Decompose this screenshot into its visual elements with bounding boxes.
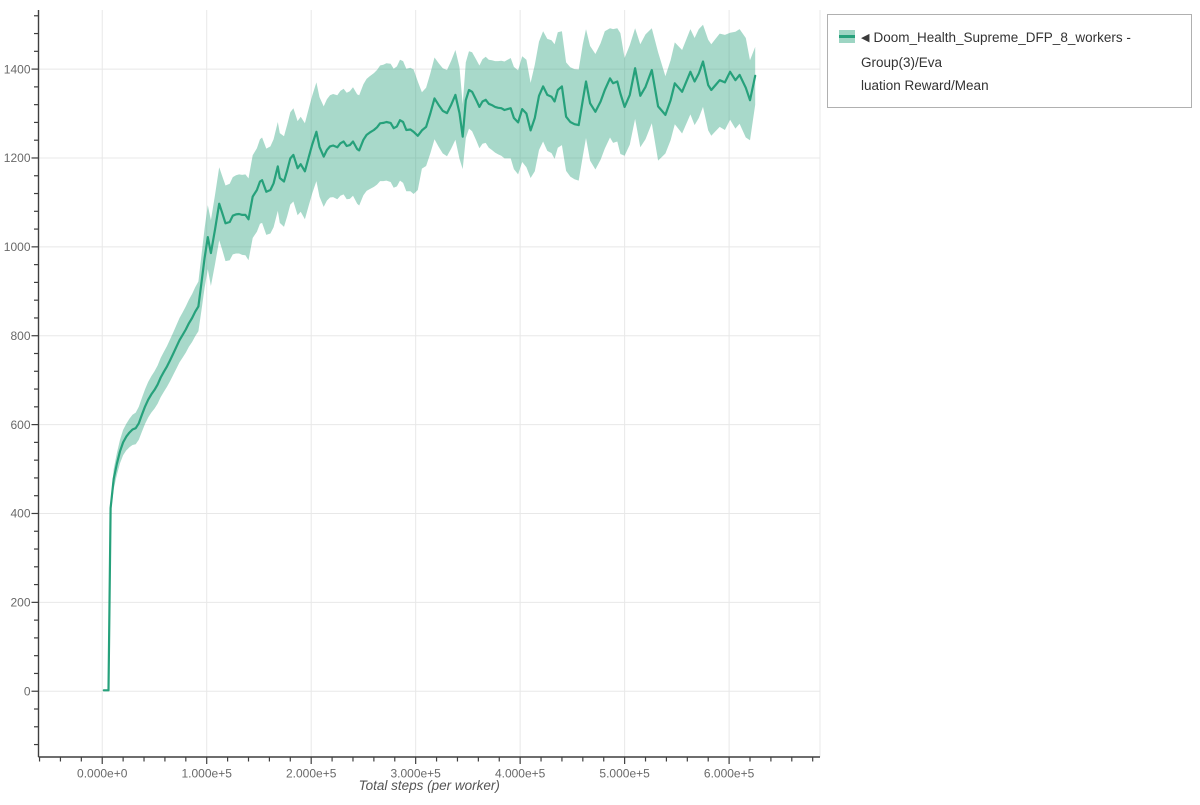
- x-tick-label: 6.000e+5: [704, 767, 755, 781]
- y-tick-label: 600: [10, 418, 30, 432]
- y-tick-label: 1200: [4, 151, 31, 165]
- legend-item-doom-health[interactable]: ◀Doom_Health_Supreme_DFP_8_workers - Gro…: [839, 26, 1181, 97]
- y-tick-label: 200: [10, 596, 30, 610]
- y-tick-label: 1000: [4, 240, 31, 254]
- legend-label: ◀Doom_Health_Supreme_DFP_8_workers - Gro…: [861, 26, 1181, 97]
- legend-label-line2: luation Reward/Mean: [861, 74, 1181, 97]
- y-tick-label: 400: [10, 507, 30, 521]
- confidence-band: [104, 25, 755, 691]
- legend-label-text-1: Doom_Health_Supreme_DFP_8_workers - Grou…: [861, 30, 1131, 70]
- chart-canvas: 0.000e+01.000e+52.000e+53.000e+54.000e+5…: [0, 0, 1200, 805]
- x-tick-label: 1.000e+5: [182, 767, 233, 781]
- y-tick-label: 0: [24, 684, 31, 698]
- x-tick-label: 2.000e+5: [286, 767, 337, 781]
- x-axis-title: Total steps (per worker): [359, 778, 500, 793]
- y-tick-label: 1400: [4, 62, 31, 76]
- legend: ◀Doom_Health_Supreme_DFP_8_workers - Gro…: [827, 14, 1192, 108]
- legend-label-line1: ◀Doom_Health_Supreme_DFP_8_workers - Gro…: [861, 26, 1181, 74]
- x-tick-label: 5.000e+5: [599, 767, 650, 781]
- reward-plot-area[interactable]: 0.000e+01.000e+52.000e+53.000e+54.000e+5…: [0, 0, 1200, 800]
- x-tick-label: 0.000e+0: [77, 767, 128, 781]
- y-tick-labels: 0 200 400 600 800 1000 1200 1400: [4, 62, 31, 698]
- series-band-swatch-icon: [839, 30, 855, 43]
- collapse-triangle-icon: ◀: [861, 27, 869, 50]
- x-tick-label: 4.000e+5: [495, 767, 546, 781]
- y-tick-label: 800: [10, 329, 30, 343]
